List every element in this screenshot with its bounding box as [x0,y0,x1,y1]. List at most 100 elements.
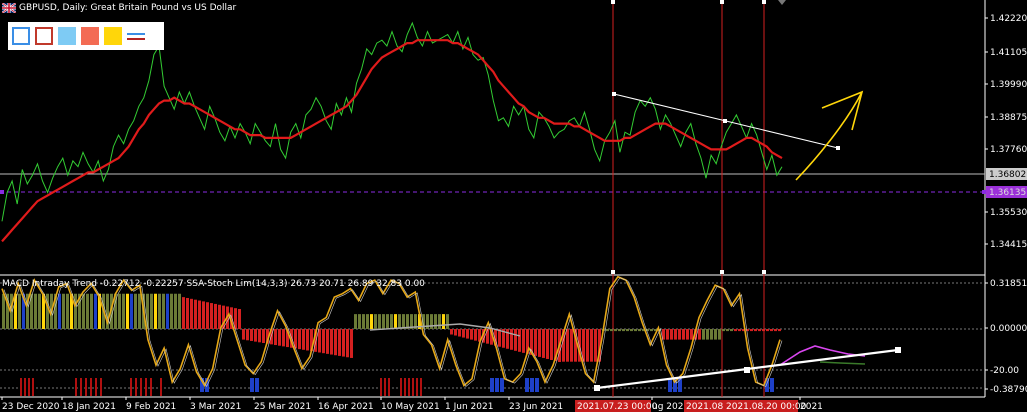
level-handle-right[interactable] [982,190,986,194]
fill-lightblue-button[interactable] [58,27,76,45]
histogram-bar [138,293,141,329]
price-tick-label: 1.39990 [990,80,1027,90]
volume-bar [160,378,162,396]
histogram-bar [454,329,457,336]
vertical-line-handle-top[interactable] [762,0,766,4]
histogram-bar [14,293,17,329]
histogram-bar [334,329,337,356]
histogram-bar [298,329,301,350]
moving-average-line [1,39,783,243]
histogram-bar [306,329,309,351]
histogram-bar [714,329,717,340]
histogram-bar [118,293,121,329]
histogram-bar [586,329,589,362]
frame-blue-button[interactable] [12,27,30,45]
histogram-bar [626,329,629,332]
histogram-bar [510,329,513,350]
low-marker [530,378,534,392]
histogram-bar [550,329,553,360]
indicator-trend-handle[interactable] [744,367,750,373]
histogram-bar [434,314,437,329]
histogram-bar [162,293,165,329]
indicator-trend-handle[interactable] [895,347,901,353]
volume-bar [24,378,26,396]
histogram-bar [690,329,693,340]
histogram-bar [566,329,569,362]
indicator-title: MACD Intraday Trend -0.22712 -0.22257 SS… [2,279,425,289]
vertical-line-handle-top[interactable] [720,0,724,4]
histogram-bar [710,329,713,340]
time-tick-label: 23 Jun 2021 [509,402,563,412]
histogram-bar [730,329,733,332]
chart-canvas[interactable]: 1.42220 1.41105 1.39990 1.38875 1.37760 1.355… [0,0,1027,412]
volume-bar [90,378,92,396]
histogram-bar [486,329,489,344]
fill-yellow-button[interactable] [104,27,122,45]
low-marker [668,378,672,392]
volume-bar [404,378,406,396]
histogram-bar [346,329,349,358]
volume-bar [400,378,402,396]
volume-bar [80,378,82,396]
histogram-bar [734,329,737,332]
histogram-bar [466,329,469,339]
histogram-bar [174,293,177,329]
histogram-bar [2,293,5,329]
histogram-bar [282,329,285,347]
histogram-bar [610,329,613,332]
level-handle-left[interactable] [0,190,4,194]
vertical-line-handle-mid[interactable] [720,270,724,274]
histogram-bar [378,314,381,329]
histogram-bar [210,303,213,329]
chart-window[interactable]: 1.42220 1.41105 1.39990 1.38875 1.37760 1.355… [0,0,1027,412]
histogram-bar [394,314,397,329]
price-tick-label: 1.38875 [990,113,1027,123]
histogram-bar [302,329,305,350]
histogram-bar [438,314,441,329]
histogram-bar [702,329,705,340]
histogram-bar [766,329,769,332]
vertical-line-handle-top[interactable] [611,0,615,4]
fill-salmon-button[interactable] [81,27,99,45]
volume-bar [420,378,422,396]
histogram-bar [758,329,761,332]
vertical-line-handle-mid[interactable] [611,270,615,274]
volume-bar [130,378,132,396]
time-tick-label: 10 May 2021 [381,402,440,412]
series-lines [1,21,866,388]
histogram-bar [542,329,545,358]
histogram-bar [498,329,501,347]
indicator-tick-label: 0.00000 [990,324,1027,334]
trend-line-handle[interactable] [836,146,840,150]
volume-bar [384,378,386,396]
histogram-bar [374,314,377,329]
trend-line-handle[interactable] [723,119,727,123]
vertical-line-handle-mid[interactable] [762,270,766,274]
histogram-bar [470,329,473,340]
uk-flag-icon [2,3,16,13]
volume-bar [150,378,152,396]
low-marker [495,378,499,392]
histogram-bar [202,301,205,329]
price-tick-label: 1.37760 [990,145,1027,155]
line-style-button[interactable] [127,27,145,45]
histogram-bar [634,329,637,332]
histogram-bar [218,304,221,329]
time-tick-label: 9 Feb 2021 [126,402,176,412]
histogram-bar [442,314,445,329]
histogram-bar [638,329,641,332]
scroll-marker-icon[interactable] [778,0,786,5]
trend-line-handle[interactable] [612,92,616,96]
time-tick-label: 3 Mar 2021 [190,402,241,412]
histogram-bar [318,329,321,353]
histogram-bar [278,329,281,346]
histogram-bar [166,293,169,329]
histogram-bar [170,293,173,329]
frame-red-button[interactable] [35,27,53,45]
histogram-bar [326,329,329,354]
histogram-bar [122,293,125,329]
volume-bar [412,378,414,396]
time-highlight-label: 2021.07.23 00:00 [577,402,658,412]
indicator-trend-handle[interactable] [594,385,600,391]
histogram-bar [322,329,325,354]
